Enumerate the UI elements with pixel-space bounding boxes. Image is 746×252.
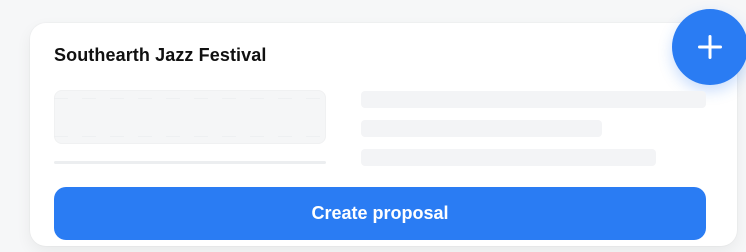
add-button[interactable] <box>672 9 746 85</box>
thumbnail-skeleton <box>54 90 326 144</box>
skeleton-line <box>361 120 602 137</box>
screen: Southearth Jazz Festival Create proposal <box>0 0 746 252</box>
event-title: Southearth Jazz Festival <box>54 45 267 65</box>
plus-icon <box>695 32 725 62</box>
thumbnail-underline <box>54 161 326 164</box>
skeleton-line <box>361 91 706 108</box>
skeleton-line <box>361 149 656 166</box>
thumbnail-skeleton-edge <box>54 136 326 137</box>
create-proposal-button[interactable]: Create proposal <box>54 187 706 240</box>
thumbnail-skeleton-edge <box>54 98 326 99</box>
